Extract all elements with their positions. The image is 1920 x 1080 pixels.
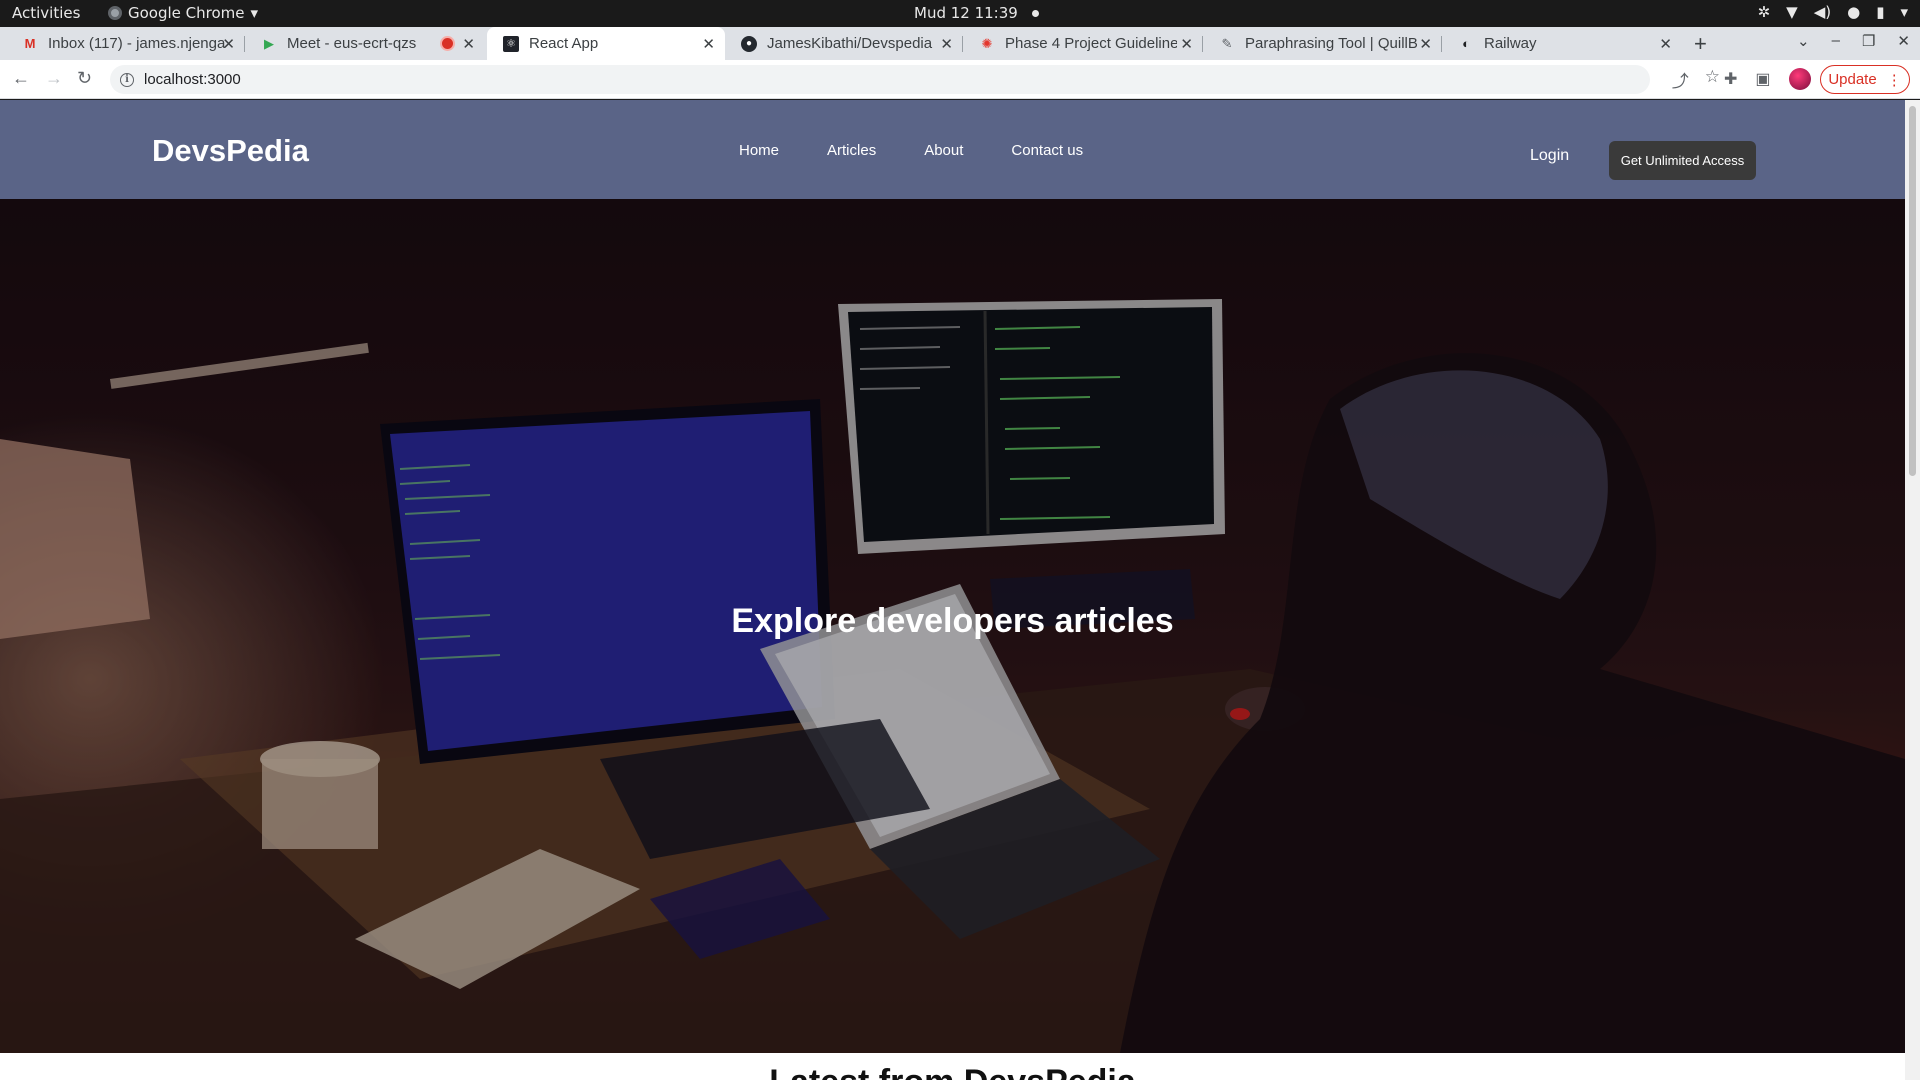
caret-down-icon: ▾ — [1900, 3, 1908, 21]
clock-text: Mud 12 11:39 — [914, 4, 1018, 22]
brand-logo[interactable]: DevsPedia — [152, 133, 309, 169]
railway-icon: ◐ — [1462, 36, 1470, 51]
profile-avatar[interactable] — [1788, 68, 1811, 90]
close-icon[interactable]: ✕ — [702, 35, 715, 53]
quill-icon: ✎ — [1221, 35, 1233, 51]
scrollbar-thumb[interactable] — [1909, 106, 1916, 476]
nav-link-home[interactable]: Home — [739, 142, 779, 159]
hero-banner: Explore developers articles — [0, 199, 1905, 1053]
tab-meet[interactable]: ▶ Meet - eus-ecrt-qzs ✕ — [245, 27, 485, 60]
tab-title: Railway — [1484, 35, 1537, 52]
recording-icon — [442, 38, 453, 49]
github-icon: ● — [741, 35, 757, 52]
close-icon[interactable]: ✕ — [462, 35, 475, 53]
tab-search-icon[interactable]: ⌄ — [1797, 32, 1810, 50]
app-name: Google Chrome — [128, 4, 245, 22]
tab-gmail[interactable]: M Inbox (117) - james.njenga ✕ — [6, 27, 245, 60]
update-label: Update — [1828, 71, 1877, 88]
microphone-icon: ● — [1847, 3, 1861, 21]
browser-toolbar: ← → ↻ i localhost:3000 ⤴ ☆ ✚ ▣ Update ⋮ — [0, 60, 1920, 99]
site-header: DevsPedia Home Articles About Contact us… — [0, 100, 1905, 199]
minimize-icon[interactable]: – — [1832, 32, 1840, 50]
url-text: localhost:3000 — [144, 71, 241, 88]
system-top-bar: Activities Google Chrome ▾ Mud 12 11:39 … — [0, 0, 1920, 27]
app-menu[interactable]: Google Chrome ▾ — [108, 4, 258, 22]
tab-github[interactable]: ● JamesKibathi/Devspedia ✕ — [725, 27, 963, 60]
omnibox-actions: ⤴ ☆ — [1672, 67, 1720, 92]
clock[interactable]: Mud 12 11:39 — [914, 4, 1039, 22]
tab-title: JamesKibathi/Devspedia — [767, 35, 933, 52]
bookmark-star-icon[interactable]: ☆ — [1705, 67, 1720, 92]
extension-area: ✚ ▣ — [1724, 68, 1811, 90]
tab-quillbot[interactable]: ✎ Paraphrasing Tool | QuillBot ✕ — [1203, 27, 1442, 60]
meet-icon: ▶ — [264, 35, 274, 51]
wifi-icon: ▼ — [1786, 3, 1798, 21]
tab-railway[interactable]: ◐ Railway ✕ — [1442, 27, 1682, 60]
gmail-icon: M — [24, 36, 36, 51]
slack-icon[interactable]: ✲ — [1758, 3, 1771, 21]
side-panel-icon[interactable]: ▣ — [1755, 69, 1770, 89]
battery-icon: ▮ — [1876, 3, 1885, 21]
kebab-menu-icon[interactable]: ⋮ — [1887, 71, 1902, 89]
chrome-icon — [108, 6, 122, 20]
latest-section-heading: Latest from DevsPedia — [0, 1063, 1905, 1080]
tab-canvas[interactable]: ✺ Phase 4 Project Guidelines ✕ — [963, 27, 1203, 60]
hero-title: Explore developers articles — [0, 602, 1905, 641]
close-icon[interactable]: ✕ — [1180, 35, 1193, 53]
tab-title: Paraphrasing Tool | QuillBot — [1245, 35, 1417, 52]
extensions-icon[interactable]: ✚ — [1724, 69, 1737, 89]
tab-strip: M Inbox (117) - james.njenga ✕ ▶ Meet - … — [0, 27, 1920, 60]
main-nav: Home Articles About Contact us — [739, 142, 1131, 159]
restore-icon[interactable]: ❐ — [1862, 32, 1875, 50]
tab-title: Inbox (117) - james.njenga — [48, 35, 226, 52]
nav-link-articles[interactable]: Articles — [827, 142, 876, 159]
notification-dot-icon — [1031, 9, 1039, 17]
tab-react-app[interactable]: ⚛ React App ✕ — [487, 27, 725, 60]
update-button[interactable]: Update ⋮ — [1820, 65, 1910, 94]
close-icon[interactable]: ✕ — [1419, 35, 1432, 53]
address-bar[interactable]: i localhost:3000 — [110, 65, 1650, 94]
get-unlimited-access-button[interactable]: Get Unlimited Access — [1609, 141, 1756, 180]
window-controls: ⌄ – ❐ ✕ — [1797, 32, 1910, 50]
caret-down-icon: ▾ — [250, 4, 259, 22]
system-tray[interactable]: ✲ ▼ ◀) ● ▮ ▾ — [1758, 3, 1908, 21]
volume-icon: ◀) — [1813, 3, 1832, 21]
nav-link-about[interactable]: About — [924, 142, 963, 159]
nav-link-contact[interactable]: Contact us — [1011, 142, 1083, 159]
forward-icon[interactable]: → — [45, 68, 63, 89]
reload-icon[interactable]: ↻ — [77, 68, 92, 89]
new-tab-icon[interactable]: + — [1694, 31, 1707, 57]
close-icon[interactable]: ✕ — [940, 35, 953, 53]
close-window-icon[interactable]: ✕ — [1897, 32, 1910, 50]
activities-button[interactable]: Activities — [12, 4, 80, 22]
close-icon[interactable]: ✕ — [1659, 35, 1672, 53]
tab-title: React App — [529, 35, 599, 52]
react-icon: ⚛ — [503, 35, 519, 52]
back-icon[interactable]: ← — [12, 68, 30, 89]
share-icon[interactable]: ⤴ — [1672, 67, 1689, 92]
close-icon[interactable]: ✕ — [222, 35, 235, 53]
hero-title-text: Explore developers articles — [731, 602, 1174, 640]
site-info-icon[interactable]: i — [120, 72, 134, 87]
tab-title: Meet - eus-ecrt-qzs — [287, 35, 417, 52]
page-viewport: DevsPedia Home Articles About Contact us… — [0, 100, 1905, 1080]
login-link[interactable]: Login — [1530, 147, 1569, 165]
tab-title: Phase 4 Project Guidelines — [1005, 35, 1177, 52]
canvas-icon: ✺ — [981, 35, 993, 51]
page-scrollbar[interactable] — [1905, 100, 1920, 1080]
